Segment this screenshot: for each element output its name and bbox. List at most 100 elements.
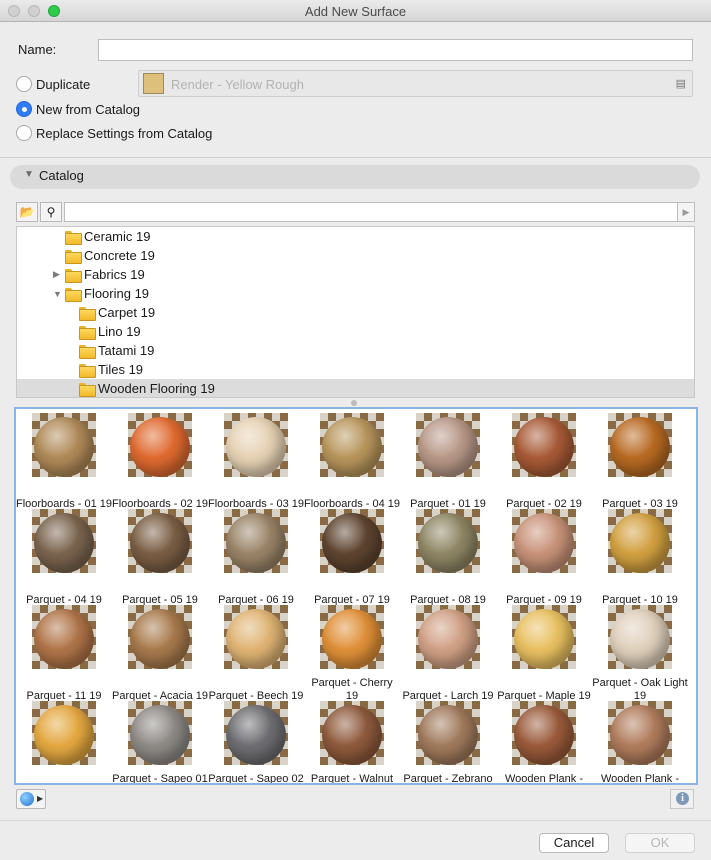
- globe-menu-button[interactable]: ▶: [16, 789, 46, 809]
- material-sphere: [322, 705, 382, 765]
- material-item[interactable]: Parquet - Sapeo 02 19: [208, 701, 304, 785]
- tree-item-concrete[interactable]: Concrete 19: [17, 246, 694, 265]
- material-item[interactable]: Parquet - Acacia 19: [112, 605, 208, 702]
- material-label: Floorboards - 02 19: [112, 498, 208, 510]
- search-input[interactable]: [64, 202, 678, 222]
- material-thumbnail: [32, 413, 96, 477]
- material-sphere: [34, 417, 94, 477]
- material-item[interactable]: Parquet - Cherry 19: [304, 605, 400, 702]
- tree-item-label: Ceramic 19: [84, 229, 151, 244]
- disclosure-down-icon[interactable]: ▼: [53, 289, 65, 299]
- material-sphere: [34, 609, 94, 669]
- material-item[interactable]: Parquet - 11 19: [16, 605, 112, 702]
- material-item[interactable]: Parquet - 04 19: [16, 509, 112, 606]
- material-label: Parquet - 08 19: [410, 594, 486, 606]
- disclosure-right-icon[interactable]: ▶: [53, 269, 65, 280]
- material-sphere: [226, 609, 286, 669]
- material-label: Parquet - Larch 19: [402, 690, 494, 702]
- material-item[interactable]: Wooden Plank - Horizontal 02 19: [592, 701, 688, 783]
- material-item[interactable]: Parquet - Walnut 19: [304, 701, 400, 783]
- catalog-title: Catalog: [39, 168, 84, 183]
- menu-arrow-icon: ▶: [37, 794, 44, 803]
- tree-item-label: Fabrics 19: [84, 267, 145, 282]
- tree-item-wooden-flooring[interactable]: Wooden Flooring 19: [17, 379, 694, 397]
- catalog-header[interactable]: ▼ Catalog: [10, 165, 700, 189]
- material-sphere: [610, 417, 670, 477]
- material-sphere: [418, 417, 478, 477]
- tree-item-fabrics[interactable]: ▶ Fabrics 19: [17, 265, 694, 284]
- splitter-handle[interactable]: [351, 400, 357, 406]
- material-item[interactable]: Parquet - 02 19: [496, 413, 592, 510]
- ok-button[interactable]: OK: [625, 833, 695, 853]
- material-item[interactable]: Parquet - Beech 19: [208, 605, 304, 702]
- material-item[interactable]: Wooden Plank - Horizontal 01 19: [496, 701, 592, 783]
- material-item[interactable]: Floorboards - 04 19: [304, 413, 400, 510]
- material-label: Parquet - Sapeo 02 19: [208, 773, 304, 785]
- material-item[interactable]: Parquet - 03 19: [592, 413, 688, 510]
- material-thumbnail: [32, 509, 96, 573]
- footer-separator: [0, 820, 711, 821]
- tree-item-lino[interactable]: Lino 19: [17, 322, 694, 341]
- material-thumbnail: [32, 605, 96, 669]
- tree-item-label: Tatami 19: [98, 343, 155, 358]
- material-thumbnail: [320, 509, 384, 573]
- material-item[interactable]: Parquet - 05 19: [112, 509, 208, 606]
- radio-replace-settings[interactable]: [16, 125, 32, 141]
- option-new-from-catalog[interactable]: New from Catalog: [16, 100, 140, 118]
- material-item[interactable]: Parquet - 01 19: [400, 413, 496, 510]
- material-thumbnail: [512, 509, 576, 573]
- catalog-tree[interactable]: Ceramic 19 Concrete 19 ▶ Fabrics 19 ▼ Fl…: [16, 226, 695, 398]
- radio-new-from-catalog[interactable]: [16, 101, 32, 117]
- material-grid[interactable]: Floorboards - 01 19 Floorboards - 02 19 Fl…: [14, 407, 698, 785]
- material-sphere: [34, 513, 94, 573]
- material-item[interactable]: Parquet - 10 19: [592, 509, 688, 606]
- material-item[interactable]: Parquet - Larch 19: [400, 605, 496, 702]
- material-item[interactable]: Parquet - 08 19: [400, 509, 496, 606]
- globe-icon: [20, 792, 34, 806]
- material-thumbnail: [224, 509, 288, 573]
- material-label: Parquet - Maple 19: [497, 690, 591, 702]
- material-sphere: [226, 705, 286, 765]
- material-label: Floorboards - 01 19: [16, 498, 112, 510]
- material-label: Parquet - 10 19: [602, 594, 678, 606]
- material-item[interactable]: Parquet - 06 19: [208, 509, 304, 606]
- material-sphere: [130, 513, 190, 573]
- name-input[interactable]: [98, 39, 693, 61]
- material-item[interactable]: Floorboards - 03 19: [208, 413, 304, 510]
- search-options-button[interactable]: ▶: [678, 202, 695, 222]
- name-label: Name:: [18, 42, 57, 57]
- material-item[interactable]: Parquet - Maple 19: [496, 605, 592, 702]
- folder-tool-button[interactable]: 📂: [16, 202, 38, 222]
- material-item[interactable]: Parquet - 07 19: [304, 509, 400, 606]
- material-item[interactable]: Parquet - Zebrano 19: [400, 701, 496, 783]
- option-duplicate[interactable]: Duplicate: [16, 75, 90, 93]
- material-thumbnail: [512, 701, 576, 765]
- tree-item-tatami[interactable]: Tatami 19: [17, 341, 694, 360]
- option-replace-settings[interactable]: Replace Settings from Catalog: [16, 124, 212, 142]
- material-thumbnail: [416, 701, 480, 765]
- material-label: Parquet - 06 19: [218, 594, 294, 606]
- material-thumbnail: [608, 605, 672, 669]
- material-thumbnail: [608, 413, 672, 477]
- folder-icon: [79, 325, 96, 340]
- material-thumbnail: [608, 509, 672, 573]
- radio-duplicate[interactable]: [16, 76, 32, 92]
- disclosure-triangle-icon[interactable]: ▼: [24, 169, 34, 180]
- search-button[interactable]: ⚲: [40, 202, 62, 222]
- tree-item-ceramic[interactable]: Ceramic 19: [17, 227, 694, 246]
- folder-icon: [79, 363, 96, 378]
- tree-item-carpet[interactable]: Carpet 19: [17, 303, 694, 322]
- material-item[interactable]: Parquet - Oak Light 19: [592, 605, 688, 702]
- info-button[interactable]: i: [670, 789, 694, 809]
- tree-item-flooring[interactable]: ▼ Flooring 19: [17, 284, 694, 303]
- surface-swatch: [143, 73, 164, 94]
- material-item[interactable]: Parquet - 09 19: [496, 509, 592, 606]
- material-label: Parquet - Pine 19: [16, 769, 112, 783]
- material-item[interactable]: Floorboards - 02 19: [112, 413, 208, 510]
- cancel-button[interactable]: Cancel: [539, 833, 609, 853]
- material-item[interactable]: Parquet - Pine 19: [16, 701, 112, 783]
- material-item[interactable]: Floorboards - 01 19: [16, 413, 112, 510]
- material-item[interactable]: Parquet - Sapeo 01 19: [112, 701, 208, 783]
- tree-item-tiles[interactable]: Tiles 19: [17, 360, 694, 379]
- duplicate-source-selector[interactable]: Render - Yellow Rough ▤: [138, 70, 693, 97]
